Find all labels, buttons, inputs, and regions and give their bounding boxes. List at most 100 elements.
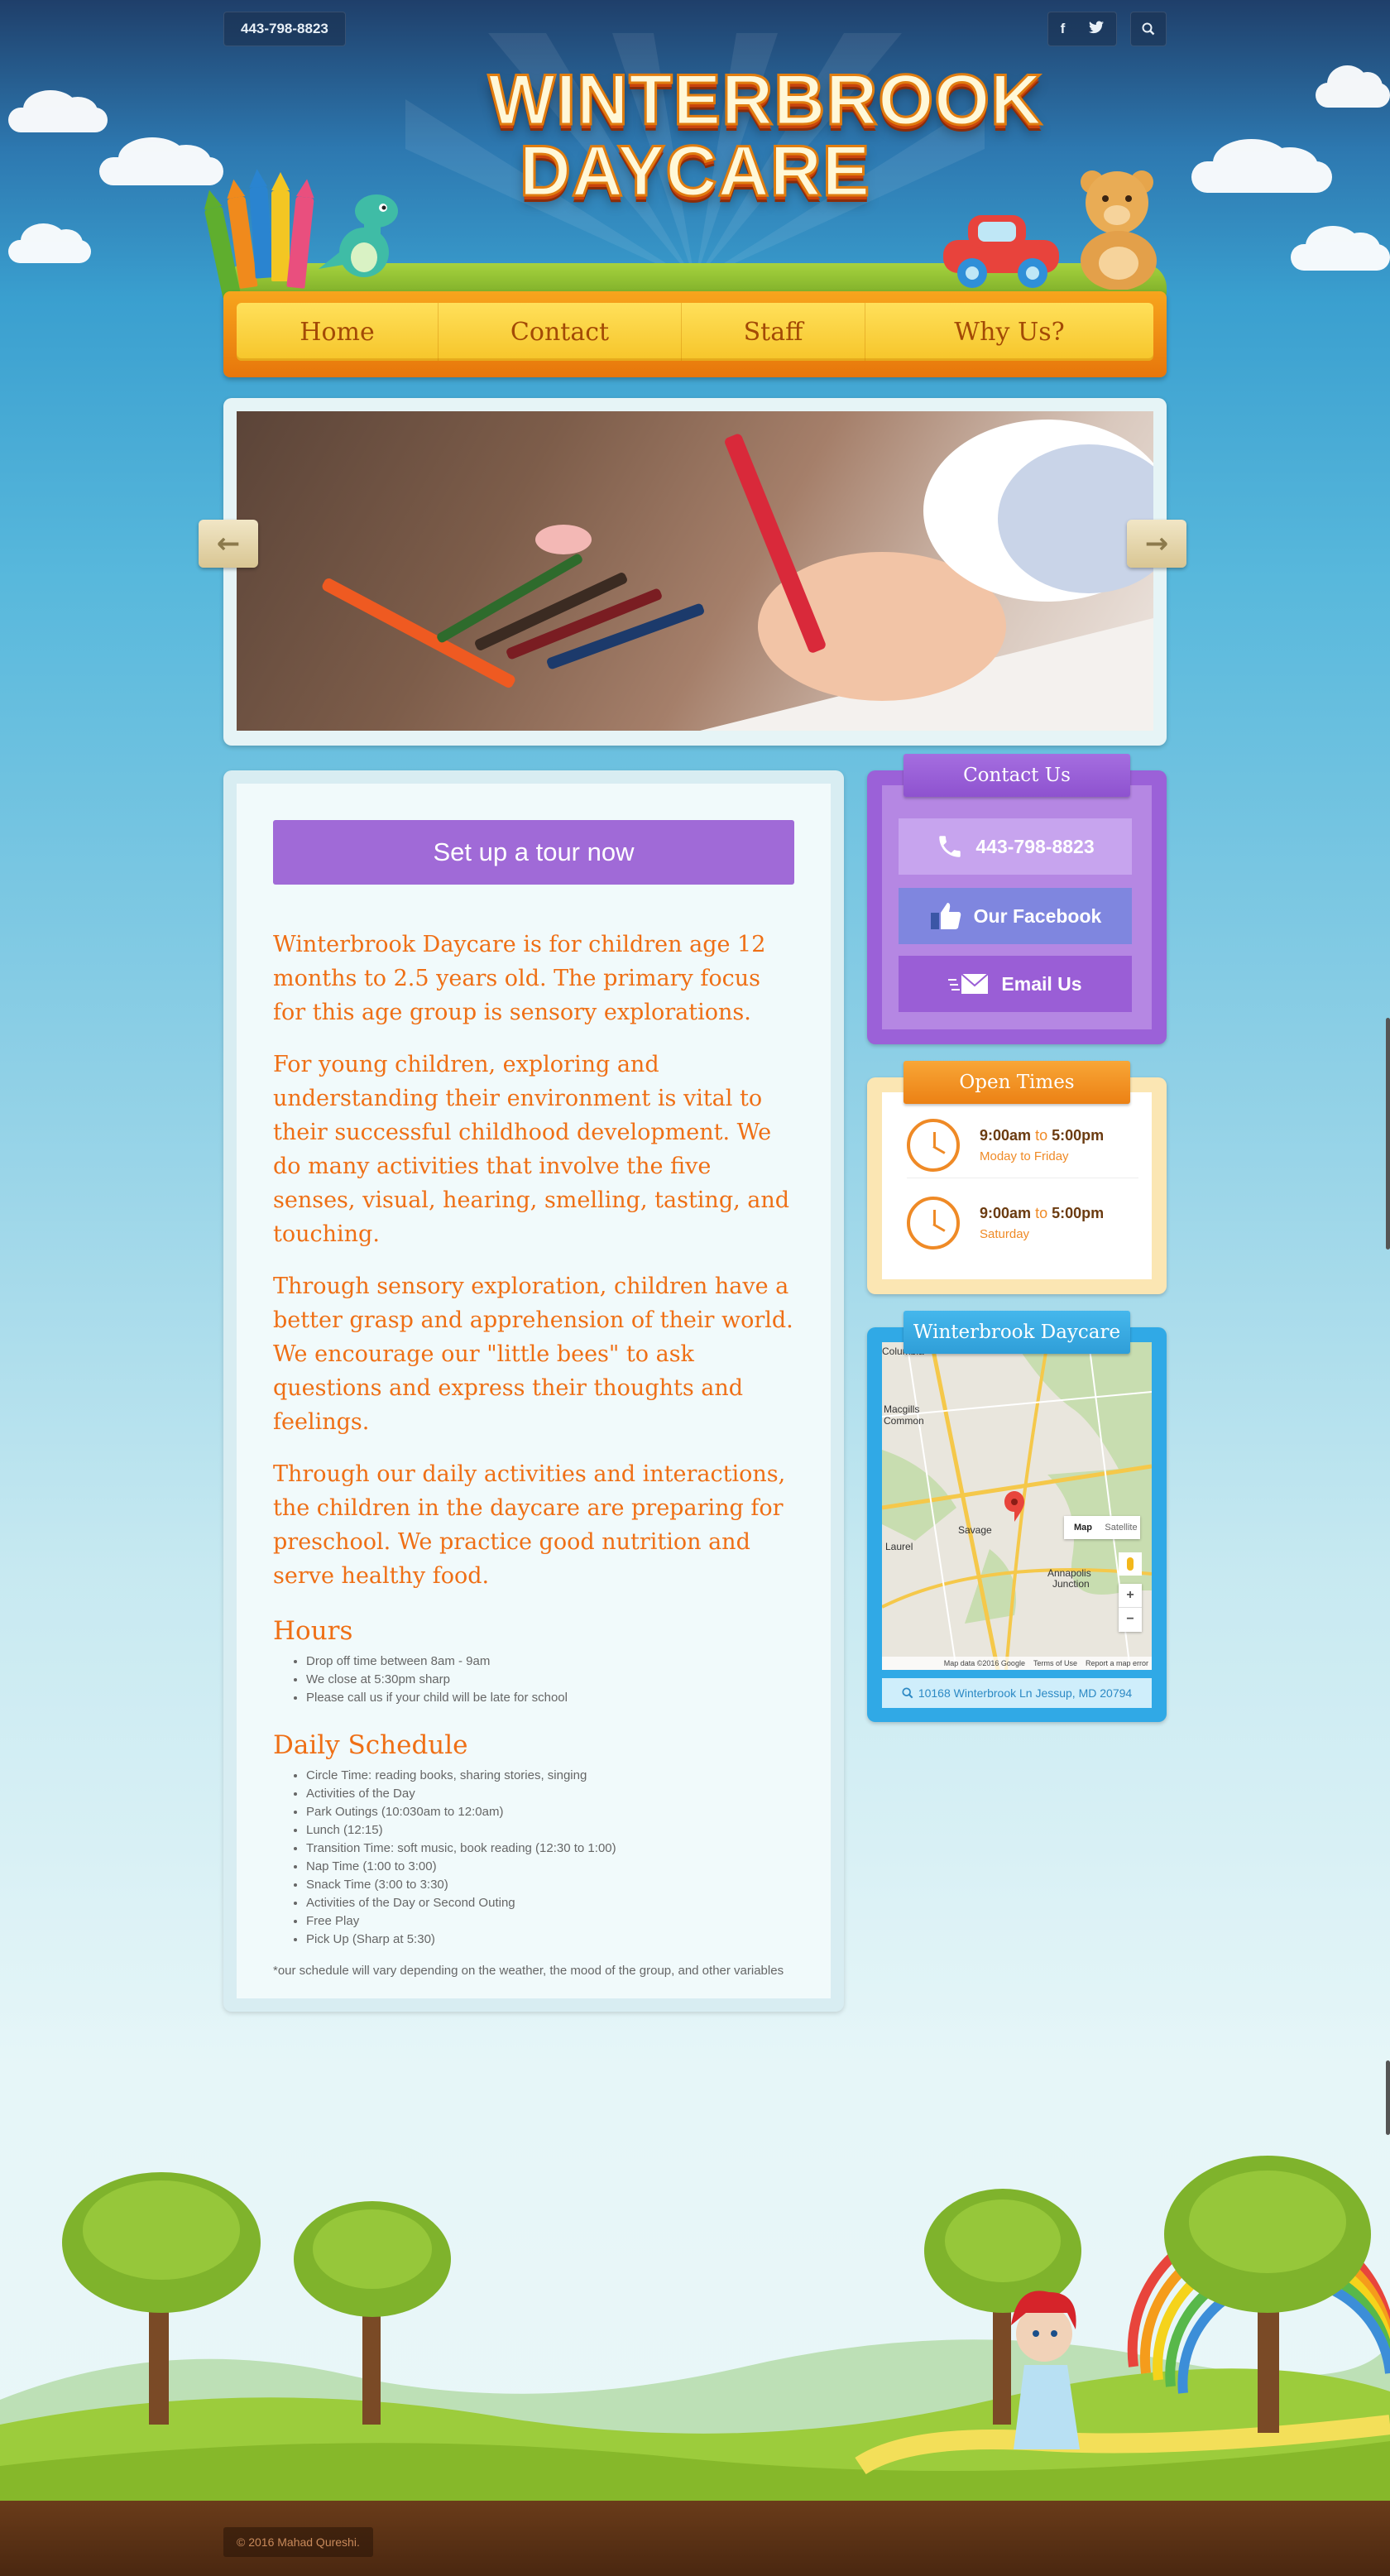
image-slider [223, 398, 1167, 746]
map-type-map[interactable]: Map [1064, 1516, 1102, 1539]
slide-image-child-drawing [237, 411, 1153, 731]
zoom-out-button[interactable]: − [1119, 1608, 1142, 1631]
contact-widget: 443-798-8823 Our Facebook Email Us Conta… [867, 754, 1167, 1044]
open-times-row: 9:00am to 5:00pm Saturday [907, 1190, 1138, 1256]
open-days: Moday to Friday [980, 1149, 1069, 1163]
list-item: Drop off time between 8am - 9am [306, 1653, 794, 1671]
yellow-crayon [271, 172, 290, 281]
pegman-icon[interactable] [1119, 1552, 1142, 1576]
facebook-button[interactable]: Our Facebook [899, 888, 1132, 944]
list-item: Activities of the Day or Second Outing [306, 1894, 794, 1912]
open-times-hours: 9:00am to 5:00pm [980, 1205, 1104, 1222]
map-label-annapolis: Annapolis [1047, 1567, 1091, 1579]
dinosaur-icon [319, 194, 398, 277]
cloud [8, 223, 91, 263]
open-times-row: 9:00am to 5:00pm Moday to Friday [907, 1112, 1138, 1178]
contact-widget-title: Contact Us [903, 754, 1130, 797]
social-links: f [1047, 12, 1117, 46]
preschool-paragraph: Through our daily activities and interac… [273, 1461, 786, 1589]
open-times-title: Open Times [903, 1061, 1130, 1104]
list-item: Please call us if your child will be lat… [306, 1689, 794, 1707]
list-item: Park Outings (10:030am to 12:0am) [306, 1803, 794, 1821]
map-widget: Columbia Macgills Common Savage Laurel A… [867, 1311, 1167, 1722]
scrollbar-thumb[interactable] [1386, 1018, 1390, 1250]
teddy-bear-icon [1081, 170, 1157, 290]
cloud [1291, 225, 1390, 271]
site-logo[interactable]: WINTERBROOK DAYCARE [487, 60, 1043, 211]
clock-icon [907, 1118, 960, 1172]
phone-icon [939, 836, 961, 857]
open-times-hours: 9:00am to 5:00pm [980, 1127, 1104, 1144]
toy-car-icon [943, 215, 1059, 288]
footer-ground [0, 2501, 1390, 2576]
intro-paragraph: Winterbrook Daycare is for children age … [273, 932, 766, 1025]
map-attribution-bar: Map data ©2016 Google Terms of Use Repor… [882, 1657, 1152, 1670]
map-tiles [882, 1342, 1152, 1670]
copyright-text: © 2016 Mahad Qureshi. [223, 2527, 373, 2557]
contact-widget-body: 443-798-8823 Our Facebook Email Us [882, 785, 1152, 1029]
content-panel: Set up a tour now Winterbrook Daycare is… [237, 784, 831, 1998]
list-item: Nap Time (1:00 to 3:00) [306, 1858, 794, 1876]
close-time: 5:00pm [1052, 1205, 1105, 1221]
twitter-icon[interactable] [1089, 21, 1105, 37]
slide-illustration [322, 420, 1153, 731]
facebook-icon[interactable]: f [1061, 21, 1066, 37]
to-word: to [1035, 1126, 1048, 1144]
address-text: 10168 Winterbrook Ln Jessup, MD 20794 [918, 1686, 1133, 1700]
nav-item-why-us[interactable]: Why Us? [865, 303, 1153, 361]
schedule-list: Circle Time: reading books, sharing stor… [306, 1767, 794, 1949]
nav-bar: Home Contact Staff Why Us? [237, 303, 1153, 361]
search-button[interactable] [1130, 12, 1167, 46]
nav-item-home[interactable]: Home [237, 303, 439, 361]
main-content: Set up a tour now Winterbrook Daycare is… [223, 770, 844, 2012]
schedule-note: *our schedule will vary depending on the… [273, 1964, 784, 1978]
header-phone-number[interactable]: 443-798-8823 [223, 12, 346, 46]
cloud [99, 137, 223, 185]
setup-tour-button[interactable]: Set up a tour now [273, 820, 794, 885]
map-label-savage: Savage [958, 1524, 992, 1536]
zoom-controls: + − [1119, 1584, 1142, 1632]
map-terms-link[interactable]: Terms of Use [1033, 1659, 1077, 1667]
google-map[interactable]: Columbia Macgills Common Savage Laurel A… [882, 1342, 1152, 1670]
hours-heading: Hours [273, 1616, 353, 1646]
slider-next-button[interactable]: → [1127, 520, 1186, 568]
open-days: Saturday [980, 1227, 1030, 1241]
zoom-in-button[interactable]: + [1119, 1584, 1142, 1608]
nav-item-staff[interactable]: Staff [682, 303, 865, 361]
nav-item-contact[interactable]: Contact [439, 303, 682, 361]
call-button[interactable]: 443-798-8823 [899, 818, 1132, 875]
list-item: We close at 5:30pm sharp [306, 1671, 794, 1689]
logo-line-2: DAYCARE [518, 132, 871, 211]
slider-prev-button[interactable]: ← [199, 520, 258, 568]
scrollbar-thumb[interactable] [1386, 2060, 1390, 2135]
map-data-attribution: Map data ©2016 Google [943, 1659, 1025, 1667]
map-type-satellite[interactable]: Satellite [1102, 1516, 1140, 1539]
map-widget-title: Winterbrook Daycare [903, 1311, 1130, 1354]
list-item: Transition Time: soft music, book readin… [306, 1840, 794, 1858]
list-item: Snack Time (3:00 to 3:30) [306, 1876, 794, 1894]
map-label-macgills: Macgills [884, 1403, 920, 1415]
email-button[interactable]: Email Us [899, 956, 1132, 1012]
email-button-label: Email Us [1001, 972, 1082, 995]
facebook-button-label: Our Facebook [973, 904, 1102, 927]
cloud [1191, 139, 1332, 193]
map-report-link[interactable]: Report a map error [1086, 1659, 1148, 1667]
clock-icon [907, 1197, 960, 1250]
open-times-widget: 9:00am to 5:00pm Moday to Friday 9:00am … [867, 1061, 1167, 1294]
open-time: 9:00am [980, 1126, 1032, 1144]
map-label-common: Common [884, 1415, 924, 1427]
search-location-icon [902, 1687, 913, 1699]
map-label-junction: Junction [1052, 1578, 1090, 1590]
daily-schedule-heading: Daily Schedule [273, 1730, 468, 1760]
open-times-body: 9:00am to 5:00pm Moday to Friday 9:00am … [882, 1092, 1152, 1279]
close-time: 5:00pm [1052, 1126, 1105, 1144]
sensory-paragraph: Through sensory exploration, children ha… [273, 1274, 793, 1435]
exploring-paragraph: For young children, exploring and unders… [273, 1052, 790, 1247]
logo-line-1: WINTERBROOK [487, 60, 1043, 140]
map-address[interactable]: 10168 Winterbrook Ln Jessup, MD 20794 [882, 1678, 1152, 1708]
main-navigation: Home Contact Staff Why Us? [223, 291, 1167, 377]
envelope-icon [948, 973, 990, 994]
search-icon [1142, 22, 1155, 36]
to-word: to [1035, 1205, 1048, 1221]
list-item: Circle Time: reading books, sharing stor… [306, 1767, 794, 1785]
